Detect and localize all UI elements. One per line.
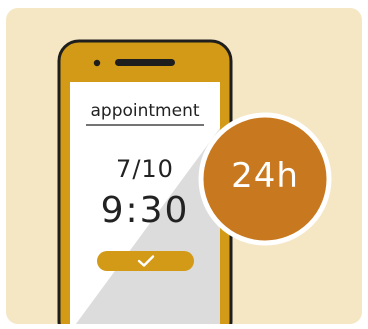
appointment-time: 9:30: [100, 190, 190, 231]
appointment-date: 7/10: [116, 155, 174, 183]
speaker-icon: [115, 59, 175, 66]
illustration: appointment 7/10 9:30 24h: [0, 0, 368, 329]
camera-icon: [93, 59, 101, 67]
confirm-button[interactable]: [97, 251, 194, 271]
appointment-label: appointment: [90, 101, 200, 121]
badge-label: 24h: [231, 156, 299, 196]
